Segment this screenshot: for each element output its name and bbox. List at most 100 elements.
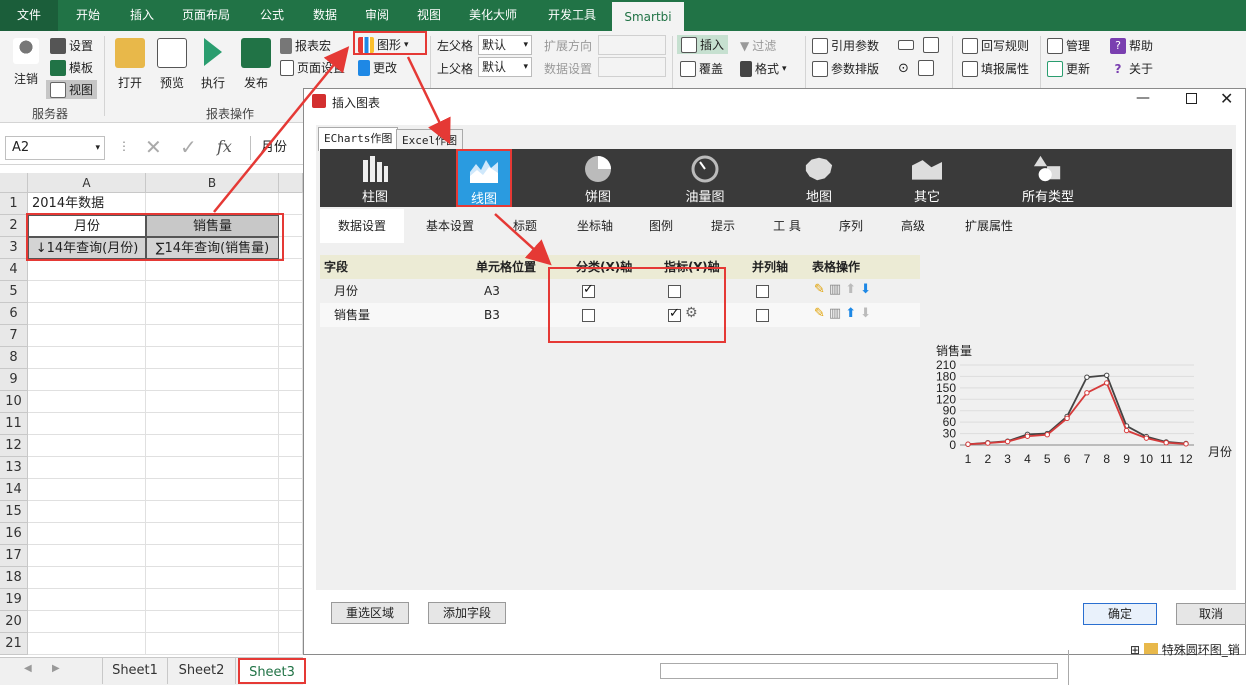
grid-cell[interactable] xyxy=(279,259,303,281)
tree-item[interactable]: ⊞ 特殊圆环图_销 xyxy=(1130,641,1246,658)
ok-button[interactable]: 确定 xyxy=(1083,603,1157,625)
fx-icon[interactable]: fx xyxy=(217,137,232,156)
row-header[interactable]: 3 xyxy=(0,237,28,259)
grid-cell[interactable] xyxy=(28,347,146,369)
grid-cell[interactable] xyxy=(146,413,279,435)
execute-button[interactable]: 执行 xyxy=(193,38,233,91)
move-down-icon[interactable]: ⬇ xyxy=(860,282,871,297)
y-axis-checkbox[interactable] xyxy=(668,285,681,298)
row-header[interactable]: 5 xyxy=(0,281,28,303)
scroll-right-icon[interactable]: ▶ xyxy=(52,663,60,674)
tab-axis[interactable]: 坐标轴 xyxy=(564,209,626,243)
name-box[interactable]: A2 ▾ xyxy=(5,136,105,160)
grid-cell[interactable] xyxy=(28,545,146,567)
grid-cell[interactable] xyxy=(146,523,279,545)
parallel-checkbox[interactable] xyxy=(756,285,769,298)
cell-b3[interactable]: ∑14年查询(销售量) xyxy=(146,237,279,259)
sheet-tab-3[interactable]: Sheet3 xyxy=(238,658,306,684)
grid-cell[interactable] xyxy=(279,457,303,479)
row-header[interactable]: 12 xyxy=(0,435,28,457)
grid-cell[interactable] xyxy=(279,523,303,545)
delete-icon[interactable]: ▥ xyxy=(829,306,841,321)
grid-cell[interactable] xyxy=(28,369,146,391)
grid-cell[interactable] xyxy=(279,501,303,523)
row-header[interactable]: 6 xyxy=(0,303,28,325)
x-axis-checkbox[interactable] xyxy=(582,309,595,322)
scroll-left-icon[interactable]: ◀ xyxy=(24,663,32,674)
row-header[interactable]: 18 xyxy=(0,567,28,589)
grid-cell[interactable] xyxy=(279,391,303,413)
tab-page-layout[interactable]: 页面布局 xyxy=(170,0,242,31)
row-header[interactable]: 21 xyxy=(0,633,28,655)
overwrite-button[interactable]: 覆盖 xyxy=(680,60,723,77)
sheet-tab-1[interactable]: Sheet1 xyxy=(102,658,168,684)
change-button[interactable]: 更改 xyxy=(358,59,397,76)
row-header[interactable]: 16 xyxy=(0,523,28,545)
row-header[interactable]: 2 xyxy=(0,215,28,237)
grid-cell[interactable] xyxy=(146,281,279,303)
grid-cell[interactable] xyxy=(28,611,146,633)
row-header[interactable]: 9 xyxy=(0,369,28,391)
view-button[interactable]: 视图 xyxy=(46,80,98,99)
grid-cell[interactable] xyxy=(28,303,146,325)
move-up-icon[interactable]: ⬆ xyxy=(845,306,856,321)
manage-button[interactable]: 管理 xyxy=(1047,37,1090,54)
grid-cell[interactable] xyxy=(146,567,279,589)
tab-insert[interactable]: 插入 xyxy=(116,0,168,31)
grid-cell[interactable] xyxy=(279,567,303,589)
grid-cell[interactable] xyxy=(146,457,279,479)
tab-excel-chart[interactable]: Excel作图 xyxy=(396,129,464,151)
cell-a2[interactable]: 月份 xyxy=(28,215,146,237)
delete-icon[interactable]: ▥ xyxy=(829,282,841,297)
grid-cell[interactable] xyxy=(146,303,279,325)
confirm-icon[interactable]: ✓ xyxy=(180,135,197,159)
close-icon[interactable]: ✕ xyxy=(1220,89,1233,108)
add-field-button[interactable]: 添加字段 xyxy=(428,602,506,624)
grid-cell[interactable] xyxy=(146,193,279,215)
grid-cell[interactable] xyxy=(279,545,303,567)
logout-button[interactable]: 注销 xyxy=(6,38,46,87)
maximize-icon[interactable] xyxy=(1186,93,1197,104)
type-all[interactable]: 所有类型 xyxy=(1000,149,1096,207)
tab-echarts[interactable]: ECharts作图 xyxy=(318,127,399,151)
grid-cell[interactable] xyxy=(146,347,279,369)
tab-smartbi[interactable]: Smartbi xyxy=(612,0,684,31)
reselect-button[interactable]: 重选区域 xyxy=(331,602,409,624)
type-pie[interactable]: 饼图 xyxy=(565,149,631,207)
formula-input[interactable]: 月份 xyxy=(250,136,310,160)
row-header[interactable]: 1 xyxy=(0,193,28,215)
control-button-1[interactable] xyxy=(898,37,939,53)
row-header[interactable]: 19 xyxy=(0,589,28,611)
tab-view[interactable]: 视图 xyxy=(404,0,454,31)
type-gauge[interactable]: 油量图 xyxy=(672,149,738,207)
row-header[interactable]: 20 xyxy=(0,611,28,633)
type-line[interactable]: 线图 xyxy=(456,149,512,207)
grid-cell[interactable] xyxy=(279,325,303,347)
cell-a3[interactable]: ↓14年查询(月份) xyxy=(28,237,146,259)
grid-cell[interactable] xyxy=(146,501,279,523)
grid-cell[interactable] xyxy=(279,435,303,457)
grid-cell[interactable] xyxy=(28,259,146,281)
move-up-icon[interactable]: ⬆ xyxy=(845,282,856,297)
grid-cell[interactable] xyxy=(28,633,146,655)
x-axis-checkbox[interactable] xyxy=(582,282,595,298)
cell-b2[interactable]: 销售量 xyxy=(146,215,279,237)
grid-cell[interactable] xyxy=(146,435,279,457)
fill-props-button[interactable]: 填报属性 xyxy=(962,60,1029,77)
tab-extended[interactable]: 扩展属性 xyxy=(954,209,1024,243)
column-header[interactable]: B xyxy=(146,173,279,193)
tab-tools[interactable]: 工 具 xyxy=(762,209,812,243)
grid-cell[interactable] xyxy=(279,193,303,215)
tab-home[interactable]: 开始 xyxy=(62,0,114,31)
grid-cell[interactable] xyxy=(28,281,146,303)
grid-cell[interactable] xyxy=(146,545,279,567)
tab-series[interactable]: 序列 xyxy=(828,209,874,243)
tab-advanced[interactable]: 高级 xyxy=(890,209,936,243)
row-header[interactable]: 15 xyxy=(0,501,28,523)
grid-cell[interactable] xyxy=(146,369,279,391)
tab-beautify[interactable]: 美化大师 xyxy=(460,0,526,31)
tab-review[interactable]: 审阅 xyxy=(352,0,402,31)
edit-icon[interactable]: ✎ xyxy=(814,282,825,297)
open-button[interactable]: 打开 xyxy=(110,38,150,91)
grid-cell[interactable] xyxy=(279,589,303,611)
